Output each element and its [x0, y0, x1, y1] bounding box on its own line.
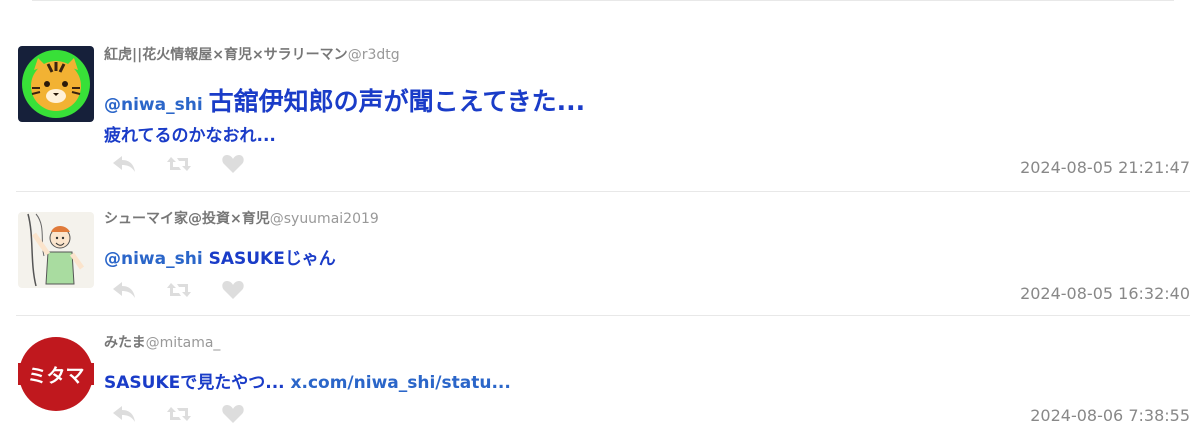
retweet-icon[interactable] [166, 405, 192, 423]
tweet-item: 紅虎||花火情報屋×育児×サラリーマン@r3dtg @niwa_shi 古舘伊知… [16, 30, 1190, 192]
heart-icon[interactable] [222, 280, 244, 300]
tweet-text-line2: 疲れてるのかなおれ... [104, 126, 276, 146]
tweet-actions [112, 154, 244, 174]
top-divider [32, 0, 1174, 1]
avatar[interactable] [18, 46, 94, 122]
user-line: 紅虎||花火情報屋×育児×サラリーマン@r3dtg [104, 44, 400, 64]
tweet-text-main: SASUKEで見たやつ... [104, 373, 285, 393]
user-line: みたま@mitama_ [104, 332, 220, 352]
user-line: シューマイ家@投資×育児@syuumai2019 [104, 208, 379, 228]
tweet-text: SASUKEで見たやつ... x.com/niwa_shi/statu... [104, 368, 511, 393]
screen-name[interactable]: @syuumai2019 [270, 211, 379, 227]
heart-icon[interactable] [222, 404, 244, 424]
display-name[interactable]: 紅虎||花火情報屋×育児×サラリーマン [104, 47, 348, 63]
avatar[interactable]: ミタマ [18, 336, 94, 412]
heart-icon[interactable] [222, 154, 244, 174]
reply-icon[interactable] [112, 405, 136, 423]
tiger-face-icon [18, 46, 94, 122]
timestamp[interactable]: 2024-08-05 16:32:40 [1020, 284, 1190, 303]
avatar[interactable] [18, 212, 94, 288]
tweet-item: ミタマ みたま@mitama_ SASUKEで見たやつ... x.com/niw… [16, 316, 1190, 448]
screen-name[interactable]: @mitama_ [146, 335, 221, 351]
tweet-item: シューマイ家@投資×育児@syuumai2019 @niwa_shi SASUK… [16, 192, 1190, 316]
screen-name[interactable]: @r3dtg [348, 47, 400, 63]
tweet-actions [112, 404, 244, 424]
mention-link[interactable]: @niwa_shi [104, 95, 203, 115]
retweet-icon[interactable] [166, 155, 192, 173]
tweet-text-bold: SASUKE [208, 249, 285, 269]
timestamp[interactable]: 2024-08-05 21:21:47 [1020, 158, 1190, 177]
display-name[interactable]: みたま [104, 335, 146, 351]
climbing-person-icon [18, 212, 94, 288]
tweet-text: @niwa_shi SASUKEじゃん [104, 244, 336, 269]
status-link[interactable]: x.com/niwa_shi/statu... [291, 373, 511, 393]
tweet-text-rest: じゃん [284, 249, 336, 269]
mention-link[interactable]: @niwa_shi [104, 249, 203, 269]
avatar-logo-text: ミタマ [27, 365, 84, 387]
reply-icon[interactable] [112, 155, 136, 173]
mitama-logo-icon: ミタマ [18, 336, 94, 412]
reply-icon[interactable] [112, 281, 136, 299]
timestamp[interactable]: 2024-08-06 7:38:55 [1030, 406, 1190, 425]
tweet-actions [112, 280, 244, 300]
tweet-text-large: 古舘伊知郎の声が聞こえてきた... [208, 87, 586, 116]
retweet-icon[interactable] [166, 281, 192, 299]
tweet-text: @niwa_shi 古舘伊知郎の声が聞こえてきた... [104, 82, 585, 118]
display-name[interactable]: シューマイ家@投資×育児 [104, 211, 270, 227]
